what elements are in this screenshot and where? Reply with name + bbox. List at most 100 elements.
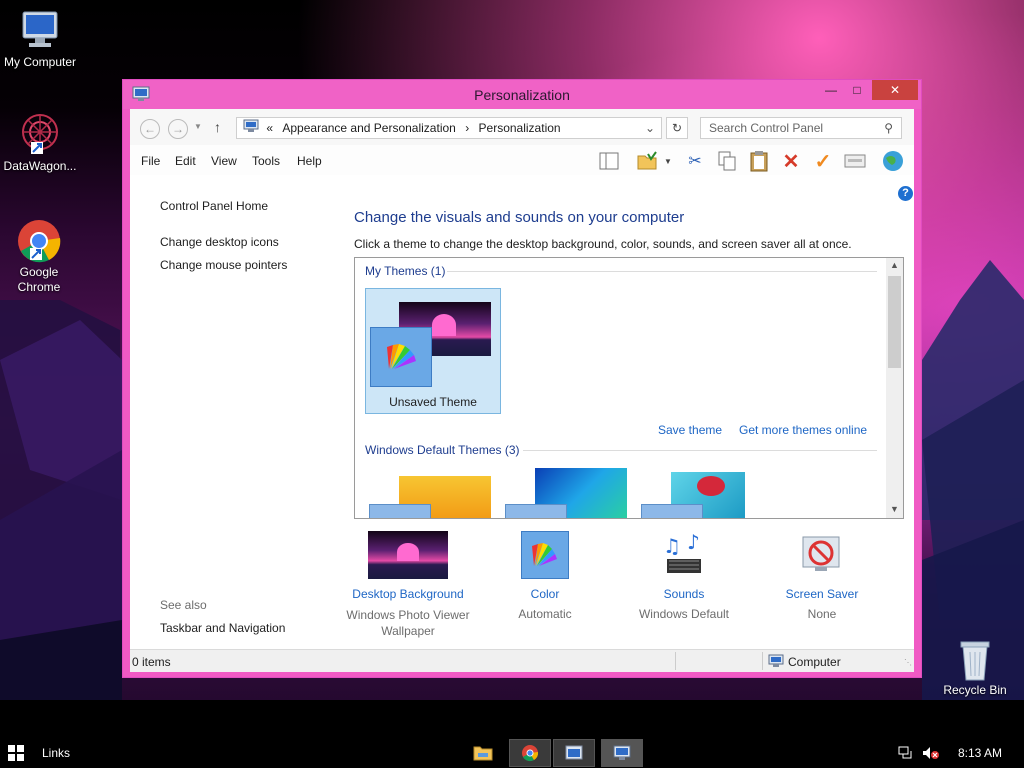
chevron-down-icon[interactable]: ⌄ [645, 118, 655, 138]
screen-saver-value: None [807, 607, 837, 621]
address-box[interactable]: « Appearance and Personalization › Perso… [236, 117, 662, 139]
globe-icon[interactable] [880, 149, 906, 173]
scrollbar-thumb[interactable] [888, 276, 901, 368]
forward-button[interactable]: → [168, 119, 188, 139]
dropdown-arrow-icon[interactable]: ▼ [664, 157, 672, 166]
links-toolbar[interactable]: Links [42, 746, 70, 760]
minimize-button[interactable]: — [817, 80, 845, 100]
recycle-bin-icon [952, 636, 998, 681]
status-item-count: 0 items [132, 655, 171, 669]
desktop-background-link[interactable]: Desktop Background [346, 587, 470, 601]
menu-file[interactable]: File [141, 154, 160, 168]
menu-help[interactable]: Help [297, 154, 322, 168]
address-bar-row: ← → ▼ ↑ « Appearance and Personalization… [130, 109, 914, 145]
scroll-up-icon[interactable]: ▲ [890, 260, 899, 270]
desktop-icon-datawagon[interactable]: DataWagon... [0, 112, 80, 173]
desktop-icon-google-chrome[interactable]: Google Chrome [0, 218, 78, 295]
computer-icon [17, 8, 63, 52]
flower-shape [697, 476, 725, 496]
color-item[interactable]: Color Automatic [500, 531, 590, 621]
taskbar-navigation-link[interactable]: Taskbar and Navigation [160, 621, 285, 635]
volume-muted-icon[interactable] [922, 746, 940, 763]
help-icon[interactable]: ? [898, 186, 913, 201]
title-bar[interactable]: Personalization — □ ✕ [123, 80, 921, 109]
color-swatch-preview [370, 327, 432, 387]
save-theme-link[interactable]: Save theme [658, 423, 722, 437]
taskbar-control-panel[interactable] [601, 739, 643, 767]
desktop-icon-label: DataWagon... [3, 159, 77, 173]
desktop-icon-recycle-bin[interactable]: Recycle Bin [935, 636, 1015, 697]
color-fan-icon [387, 344, 416, 369]
status-divider [675, 652, 676, 670]
theme-list-scrollbar[interactable]: ▲ ▼ [886, 258, 903, 518]
breadcrumb-personalization[interactable]: Personalization [479, 121, 561, 135]
personalization-window: Personalization — □ ✕ ← → ▼ ↑ « Appearan… [122, 79, 922, 678]
paste-icon[interactable] [746, 149, 772, 173]
close-button[interactable]: ✕ [872, 80, 918, 100]
network-icon[interactable] [898, 746, 914, 763]
sun-shape [432, 314, 456, 336]
change-mouse-pointers-link[interactable]: Change mouse pointers [160, 258, 287, 272]
delete-icon[interactable]: ✕ [778, 149, 804, 173]
layout-pane-button[interactable] [596, 149, 622, 173]
desktop-background-value: Windows Photo Viewer Wallpaper [346, 608, 470, 638]
desktop-icon-my-computer[interactable]: My Computer [0, 8, 80, 69]
properties-icon[interactable] [842, 149, 868, 173]
unsaved-theme-tile[interactable]: Unsaved Theme [365, 288, 501, 414]
up-button[interactable]: ↑ [214, 119, 221, 135]
windows-logo-icon [8, 745, 24, 761]
svg-text:♪: ♪ [687, 531, 700, 554]
default-theme-tile[interactable] [369, 468, 495, 518]
datawagon-icon [17, 112, 63, 156]
clock[interactable]: 8:13 AM [958, 746, 1002, 760]
main-content: ? Change the visuals and sounds on your … [340, 175, 914, 649]
breadcrumb-overflow[interactable]: « [266, 121, 273, 135]
menu-edit[interactable]: Edit [175, 154, 196, 168]
folder-options-button[interactable] [634, 149, 660, 173]
screen-saver-item[interactable]: Screen Saver None [772, 531, 872, 621]
desktop-background-item[interactable]: Desktop Background Windows Photo Viewer … [346, 531, 470, 639]
desktop-background-thumbnail [368, 531, 448, 579]
sounds-link[interactable]: Sounds [624, 587, 744, 601]
sounds-item[interactable]: ♫ ♪ Sounds Windows Default [624, 530, 744, 621]
get-more-themes-link[interactable]: Get more themes online [739, 423, 867, 437]
refresh-button[interactable]: ↻ [666, 117, 688, 139]
breadcrumb-appearance[interactable]: Appearance and Personalization [282, 121, 455, 135]
search-input[interactable]: Search Control Panel ⚲ [700, 117, 902, 139]
scroll-down-icon[interactable]: ▼ [890, 504, 899, 514]
chrome-icon [16, 218, 62, 263]
color-link[interactable]: Color [500, 587, 590, 601]
taskbar-chrome[interactable] [509, 739, 551, 767]
desktop-icon-label: Google Chrome [17, 265, 61, 294]
default-theme-tile[interactable] [641, 468, 767, 518]
recent-pages-icon[interactable]: ▼ [194, 122, 202, 131]
breadcrumb-separator[interactable]: › [465, 121, 469, 135]
cut-icon[interactable]: ✂ [682, 149, 708, 173]
theme-list: My Themes (1) Unsaved Theme Save theme G… [354, 257, 904, 519]
taskbar-file-explorer[interactable] [462, 739, 504, 767]
control-panel-home-link[interactable]: Control Panel Home [160, 199, 268, 213]
page-title: Change the visuals and sounds on your co… [354, 209, 685, 226]
menu-tools[interactable]: Tools [252, 154, 280, 168]
checkmark-icon[interactable]: ✓ [810, 149, 836, 173]
desktop-icon-label: Recycle Bin [943, 683, 1007, 697]
resize-grip-icon[interactable]: ⋱ [904, 658, 912, 667]
maximize-button[interactable]: □ [843, 80, 871, 100]
sun-shape [397, 543, 419, 561]
screen-saver-link[interactable]: Screen Saver [772, 587, 872, 601]
copy-icon[interactable] [714, 149, 740, 173]
menu-view[interactable]: View [211, 154, 237, 168]
change-desktop-icons-link[interactable]: Change desktop icons [160, 235, 279, 249]
taskbar-window-app[interactable] [553, 739, 595, 767]
window-app-icon [565, 745, 583, 760]
default-theme-tile[interactable] [505, 468, 631, 518]
see-also-heading: See also [160, 598, 207, 612]
group-divider [523, 450, 877, 451]
back-button[interactable]: ← [140, 119, 160, 139]
color-value: Automatic [518, 607, 572, 621]
status-divider [762, 652, 763, 670]
start-button[interactable] [8, 745, 24, 761]
group-divider [447, 271, 877, 272]
default-themes-group-label: Windows Default Themes (3) [365, 443, 520, 457]
color-swatch-preview [369, 504, 431, 518]
